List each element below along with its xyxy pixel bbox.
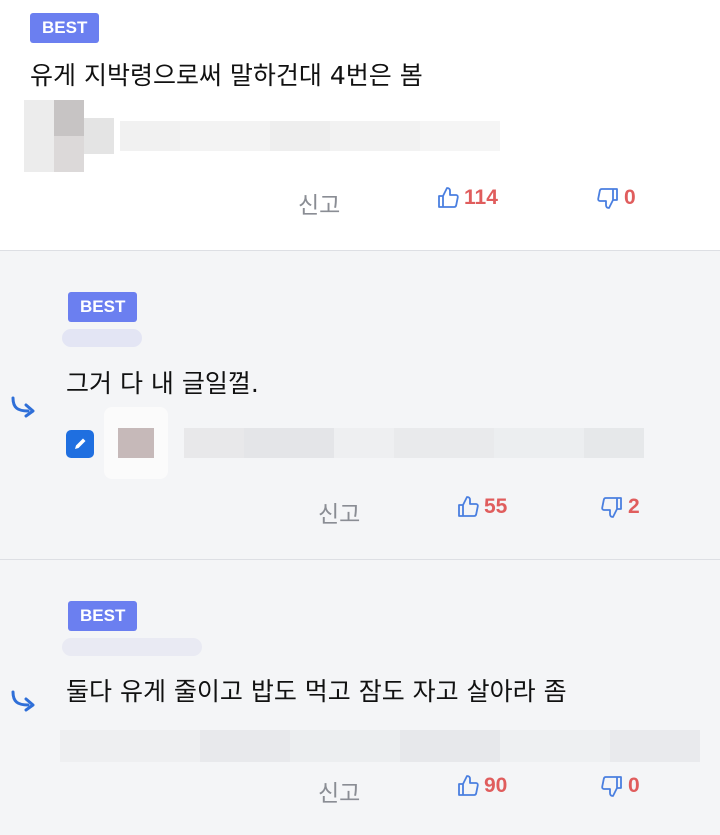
best-badge: BEST [30,13,100,43]
like-count: 55 [484,495,508,518]
thumbs-down-icon [601,776,622,797]
like-count: 90 [484,774,508,797]
thumbs-up-icon [458,775,479,796]
like-button[interactable]: 55 [456,495,507,519]
author-meta-blurred [60,730,700,762]
thumbs-down-icon [597,188,618,209]
like-button[interactable]: 114 [436,186,498,210]
pencil-glyph [75,438,86,449]
report-button[interactable]: 신고 [298,186,340,220]
report-button[interactable]: 신고 [318,774,360,808]
dislike-count: 2 [628,495,640,518]
comment-text: 둘다 유게 줄이고 밥도 먹고 잠도 자고 살아라 좀 [66,677,567,706]
report-button[interactable]: 신고 [318,495,360,529]
comment-text: 유게 지박령으로써 말하건대 4번은 봄 [30,61,423,90]
comment-text: 그거 다 내 글일껄. [66,369,259,398]
like-count: 114 [464,186,498,209]
thumbs-up-icon [438,187,459,208]
best-badge: BEST [68,601,138,631]
dislike-button[interactable]: 0 [600,774,640,798]
like-button[interactable]: 90 [456,774,507,798]
author-meta-blurred [104,407,644,479]
comment-item: BEST 유게 지박령으로써 말하건대 4번은 봄 신고 114 0 [0,0,720,251]
author-name-blurred [62,638,202,656]
reply-arrow-icon [11,396,35,418]
reply-arrow-icon [11,690,35,712]
dislike-count: 0 [624,186,636,209]
comment-item-reply: BEST 둘다 유게 줄이고 밥도 먹고 잠도 자고 살아라 좀 신고 90 0 [0,560,720,835]
author-meta-blurred [24,100,500,172]
dislike-button[interactable]: 2 [600,495,640,519]
dislike-count: 0 [628,774,640,797]
best-badge: BEST [68,292,138,322]
comment-item-reply: BEST 그거 다 내 글일껄. 신고 55 2 [0,251,720,560]
thumbs-down-icon [601,497,622,518]
pencil-icon[interactable] [66,430,94,458]
author-name-blurred [62,329,142,347]
thumbs-up-icon [458,496,479,517]
dislike-button[interactable]: 0 [596,186,636,210]
